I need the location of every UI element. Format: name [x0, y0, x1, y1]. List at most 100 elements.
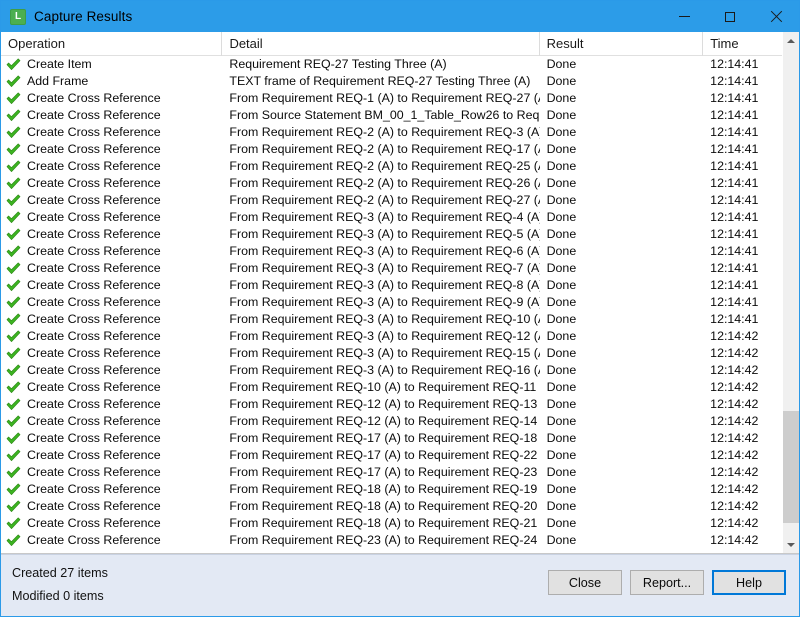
- cell-time: 12:14:41: [710, 74, 759, 88]
- cell-time: 12:14:42: [710, 533, 759, 547]
- table-row[interactable]: Create Cross Reference From Requirement R…: [1, 226, 782, 243]
- cell-result: Done: [546, 57, 577, 71]
- cell-operation: Create Cross Reference: [1, 107, 222, 124]
- table-row[interactable]: Create Cross Reference From Requirement R…: [1, 175, 782, 192]
- cell-time: 12:14:41: [710, 244, 759, 258]
- cell-operation: Create Cross Reference: [1, 413, 222, 430]
- table-row[interactable]: Create Cross Reference From Requirement R…: [1, 192, 782, 209]
- results-list-area: Operation Detail Result Time Create Item…: [1, 32, 799, 554]
- cell-detail: From Requirement REQ-3 (A) to Requiremen…: [229, 244, 540, 258]
- cell-detail: From Requirement REQ-18 (A) to Requireme…: [229, 516, 540, 530]
- help-button[interactable]: Help: [712, 570, 786, 595]
- cell-result: Done: [546, 125, 577, 139]
- column-header-time[interactable]: Time: [703, 32, 782, 56]
- window-title: Capture Results: [34, 9, 133, 24]
- scrollbar-thumb[interactable]: [783, 410, 799, 524]
- table-row[interactable]: Create Cross Reference From Requirement R…: [1, 430, 782, 447]
- green-check-icon: [5, 160, 22, 173]
- table-row[interactable]: Create Cross Reference From Requirement R…: [1, 294, 782, 311]
- window-controls: [661, 1, 799, 32]
- table-row[interactable]: Create Cross Reference From Requirement R…: [1, 481, 782, 498]
- column-header-detail[interactable]: Detail: [222, 32, 540, 56]
- column-header-operation[interactable]: Operation: [1, 32, 223, 56]
- cell-operation: Add Frame: [1, 73, 222, 90]
- cell-detail: From Requirement REQ-3 (A) to Requiremen…: [229, 346, 540, 360]
- cell-detail: From Requirement REQ-18 (A) to Requireme…: [229, 482, 540, 496]
- close-dialog-button[interactable]: Close: [548, 570, 622, 595]
- table-row[interactable]: Create Cross Reference From Requirement R…: [1, 447, 782, 464]
- close-button[interactable]: [753, 1, 799, 32]
- operation-label: Create Cross Reference: [27, 363, 161, 377]
- table-row[interactable]: Create Cross Reference From Requirement R…: [1, 498, 782, 515]
- table-row[interactable]: Create Cross Reference From Requirement R…: [1, 345, 782, 362]
- cell-operation: Create Cross Reference: [1, 141, 222, 158]
- cell-time: 12:14:42: [710, 397, 759, 411]
- cell-time: 12:14:42: [710, 346, 759, 360]
- cell-time: 12:14:42: [710, 329, 759, 343]
- table-row[interactable]: Create Item Requirement REQ-27 Testing Th…: [1, 56, 782, 73]
- scroll-up-button[interactable]: [783, 32, 799, 49]
- table-row[interactable]: Create Cross Reference From Requirement R…: [1, 260, 782, 277]
- green-check-icon: [5, 245, 22, 258]
- cell-operation: Create Cross Reference: [1, 311, 222, 328]
- table-row[interactable]: Add Frame TEXT frame of Requirement REQ-2…: [1, 73, 782, 90]
- scroll-down-button[interactable]: [783, 536, 799, 553]
- scroll-up-arrow-icon: [787, 38, 795, 43]
- cell-result: Done: [546, 295, 577, 309]
- cell-time: 12:14:42: [710, 482, 759, 496]
- cell-time: 12:14:41: [710, 159, 759, 173]
- cell-operation: Create Cross Reference: [1, 90, 222, 107]
- cell-time: 12:14:42: [710, 414, 759, 428]
- table-row[interactable]: Create Cross Reference From Requirement R…: [1, 464, 782, 481]
- title-bar[interactable]: L Capture Results: [1, 1, 799, 32]
- table-row[interactable]: Create Cross Reference From Requirement R…: [1, 124, 782, 141]
- operation-label: Create Cross Reference: [27, 380, 161, 394]
- cell-time: 12:14:41: [710, 210, 759, 224]
- cell-time: 12:14:41: [710, 176, 759, 190]
- cell-result: Done: [546, 227, 577, 241]
- cell-time: 12:14:41: [710, 57, 759, 71]
- cell-time: 12:14:41: [710, 312, 759, 326]
- table-row[interactable]: Create Cross Reference From Requirement R…: [1, 277, 782, 294]
- cell-operation: Create Cross Reference: [1, 396, 222, 413]
- cell-time: 12:14:42: [710, 448, 759, 462]
- green-check-icon: [5, 177, 22, 190]
- green-check-icon: [5, 228, 22, 241]
- green-check-icon: [5, 398, 22, 411]
- table-row[interactable]: Create Cross Reference From Requirement R…: [1, 532, 782, 549]
- table-row[interactable]: Create Cross Reference From Requirement R…: [1, 515, 782, 532]
- table-row[interactable]: Create Cross Reference From Requirement R…: [1, 311, 782, 328]
- green-check-icon: [5, 517, 22, 530]
- table-row[interactable]: Create Cross Reference From Requirement R…: [1, 396, 782, 413]
- table-row[interactable]: Create Cross Reference From Source Statem…: [1, 107, 782, 124]
- operation-label: Create Cross Reference: [27, 431, 161, 445]
- table-row[interactable]: Create Cross Reference From Requirement R…: [1, 158, 782, 175]
- table-row[interactable]: Create Cross Reference From Requirement R…: [1, 243, 782, 260]
- report-button[interactable]: Report...: [630, 570, 704, 595]
- table-row[interactable]: Create Cross Reference From Requirement R…: [1, 328, 782, 345]
- vertical-scrollbar[interactable]: [782, 32, 799, 553]
- table-row[interactable]: Create Cross Reference From Requirement R…: [1, 362, 782, 379]
- cell-operation: Create Cross Reference: [1, 447, 222, 464]
- table-row[interactable]: Create Cross Reference From Requirement R…: [1, 141, 782, 158]
- minimize-button[interactable]: [661, 1, 707, 32]
- cell-detail: From Requirement REQ-3 (A) to Requiremen…: [229, 363, 540, 377]
- cell-result: Done: [546, 465, 577, 479]
- cell-time: 12:14:41: [710, 91, 759, 105]
- cell-operation: Create Cross Reference: [1, 379, 222, 396]
- maximize-button[interactable]: [707, 1, 753, 32]
- cell-result: Done: [546, 380, 577, 394]
- green-check-icon: [5, 415, 22, 428]
- table-row[interactable]: Create Cross Reference From Requirement R…: [1, 209, 782, 226]
- table-row[interactable]: Create Cross Reference From Requirement R…: [1, 413, 782, 430]
- table-row[interactable]: Create Cross Reference From Requirement R…: [1, 379, 782, 396]
- cell-result: Done: [546, 414, 577, 428]
- cell-result: Done: [546, 91, 577, 105]
- table-row[interactable]: Create Cross Reference From Requirement R…: [1, 90, 782, 107]
- column-header-result[interactable]: Result: [540, 32, 704, 56]
- cell-operation: Create Cross Reference: [1, 124, 222, 141]
- green-check-icon: [5, 58, 22, 71]
- cell-result: Done: [546, 210, 577, 224]
- table-header: Operation Detail Result Time: [1, 32, 782, 56]
- cell-operation: Create Cross Reference: [1, 328, 222, 345]
